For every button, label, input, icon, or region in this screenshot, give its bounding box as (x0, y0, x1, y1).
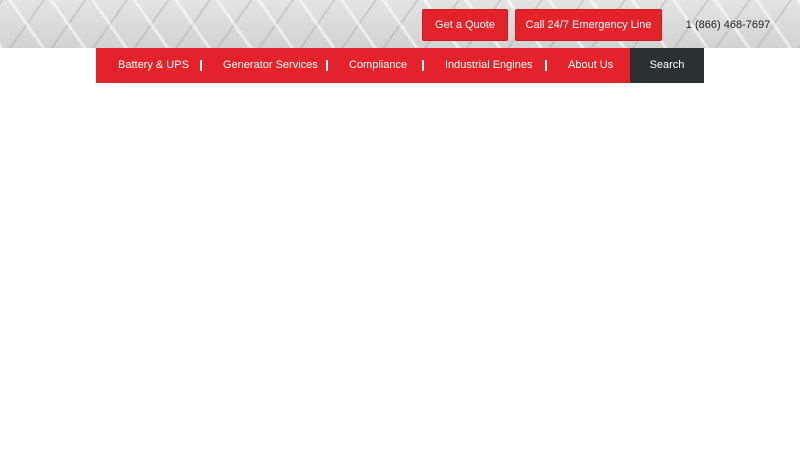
nav-item-compliance[interactable]: Compliance (349, 48, 407, 83)
diamond-plate-header-bar: Get a Quote Call 24/7 Emergency Line 1 (… (0, 0, 800, 48)
search-button[interactable]: Search (630, 48, 704, 83)
nav-item-about-us[interactable]: About Us (568, 48, 613, 83)
nav-separator (545, 60, 547, 71)
nav-separator (326, 60, 328, 71)
get-a-quote-button[interactable]: Get a Quote (422, 9, 508, 41)
main-navigation: Battery & UPS Generator Services Complia… (96, 48, 630, 83)
nav-separator (422, 60, 424, 71)
nav-item-generator-services[interactable]: Generator Services (223, 48, 318, 83)
nav-item-industrial-engines[interactable]: Industrial Engines (445, 48, 532, 83)
phone-number-link[interactable]: 1 (866) 468-7697 (672, 9, 784, 41)
nav-separator (200, 60, 202, 71)
nav-item-battery-ups[interactable]: Battery & UPS (118, 48, 189, 83)
emergency-line-button[interactable]: Call 24/7 Emergency Line (515, 9, 662, 41)
page-content-area (0, 83, 800, 450)
